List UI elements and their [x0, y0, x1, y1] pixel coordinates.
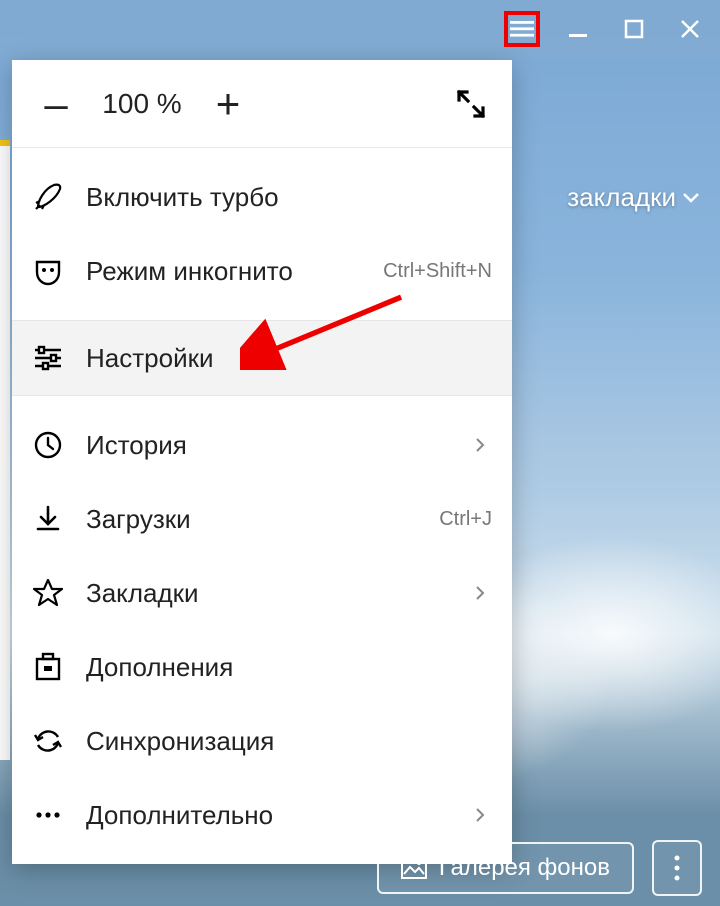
maximize-icon [623, 18, 645, 40]
minimize-icon [567, 18, 589, 40]
plus-icon: + [216, 80, 241, 128]
menu-item-label: Дополнения [86, 652, 492, 683]
menu-item-label: История [86, 430, 454, 461]
menu-item-downloads[interactable]: Загрузки Ctrl+J [12, 482, 512, 556]
minus-icon: – [44, 80, 67, 128]
window-titlebar [0, 0, 720, 58]
hamburger-icon [510, 17, 534, 41]
chevron-down-icon [682, 192, 700, 204]
download-icon [30, 501, 66, 537]
menu-item-label: Настройки [86, 343, 492, 374]
bookmarks-bar-link[interactable]: закладки [567, 182, 700, 213]
fullscreen-icon [455, 88, 487, 120]
vertical-dots-icon [673, 854, 681, 882]
zoom-in-button[interactable]: + [202, 78, 254, 130]
minimize-button[interactable] [560, 11, 596, 47]
zoom-out-button[interactable]: – [30, 78, 82, 130]
fullscreen-button[interactable] [448, 81, 494, 127]
gallery-label: Галерея фонов [439, 854, 610, 882]
sync-icon [30, 723, 66, 759]
menu-item-addons[interactable]: Дополнения [12, 630, 512, 704]
menu-item-history[interactable]: История [12, 408, 512, 482]
addon-icon [30, 649, 66, 685]
menu-item-label: Режим инкогнито [86, 256, 363, 287]
menu-item-sync[interactable]: Синхронизация [12, 704, 512, 778]
gallery-button[interactable]: Галерея фонов [377, 842, 634, 894]
menu-item-turbo[interactable]: Включить турбо [12, 160, 512, 234]
zoom-value: 100 % [82, 88, 202, 120]
close-button[interactable] [672, 11, 708, 47]
clock-icon [30, 427, 66, 463]
menu-item-label: Закладки [86, 578, 454, 609]
menu-item-shortcut: Ctrl+Shift+N [383, 260, 492, 283]
maximize-button[interactable] [616, 11, 652, 47]
menu-item-label: Синхронизация [86, 726, 492, 757]
image-icon [401, 857, 427, 879]
bottom-more-button[interactable] [652, 840, 702, 896]
menu-item-label: Дополнительно [86, 800, 454, 831]
main-menu-dropdown: – 100 % + Включить турбо Режим инкогнито… [12, 60, 512, 864]
star-icon [30, 575, 66, 611]
sliders-icon [30, 340, 66, 376]
chevron-right-icon [474, 807, 492, 823]
menu-item-label: Загрузки [86, 504, 419, 535]
menu-item-settings[interactable]: Настройки [12, 321, 512, 395]
rocket-icon [30, 179, 66, 215]
menu-item-incognito[interactable]: Режим инкогнито Ctrl+Shift+N [12, 234, 512, 308]
hamburger-menu-button[interactable] [504, 11, 540, 47]
chevron-right-icon [474, 437, 492, 453]
chevron-right-icon [474, 585, 492, 601]
bottom-bar: Галерея фонов [377, 840, 702, 896]
menu-item-label: Включить турбо [86, 182, 492, 213]
close-icon [679, 18, 701, 40]
mask-icon [30, 253, 66, 289]
bookmarks-bar-label: закладки [567, 182, 676, 213]
menu-item-bookmarks[interactable]: Закладки [12, 556, 512, 630]
dots-icon [30, 797, 66, 833]
zoom-row: – 100 % + [12, 60, 512, 148]
menu-item-shortcut: Ctrl+J [439, 508, 492, 531]
